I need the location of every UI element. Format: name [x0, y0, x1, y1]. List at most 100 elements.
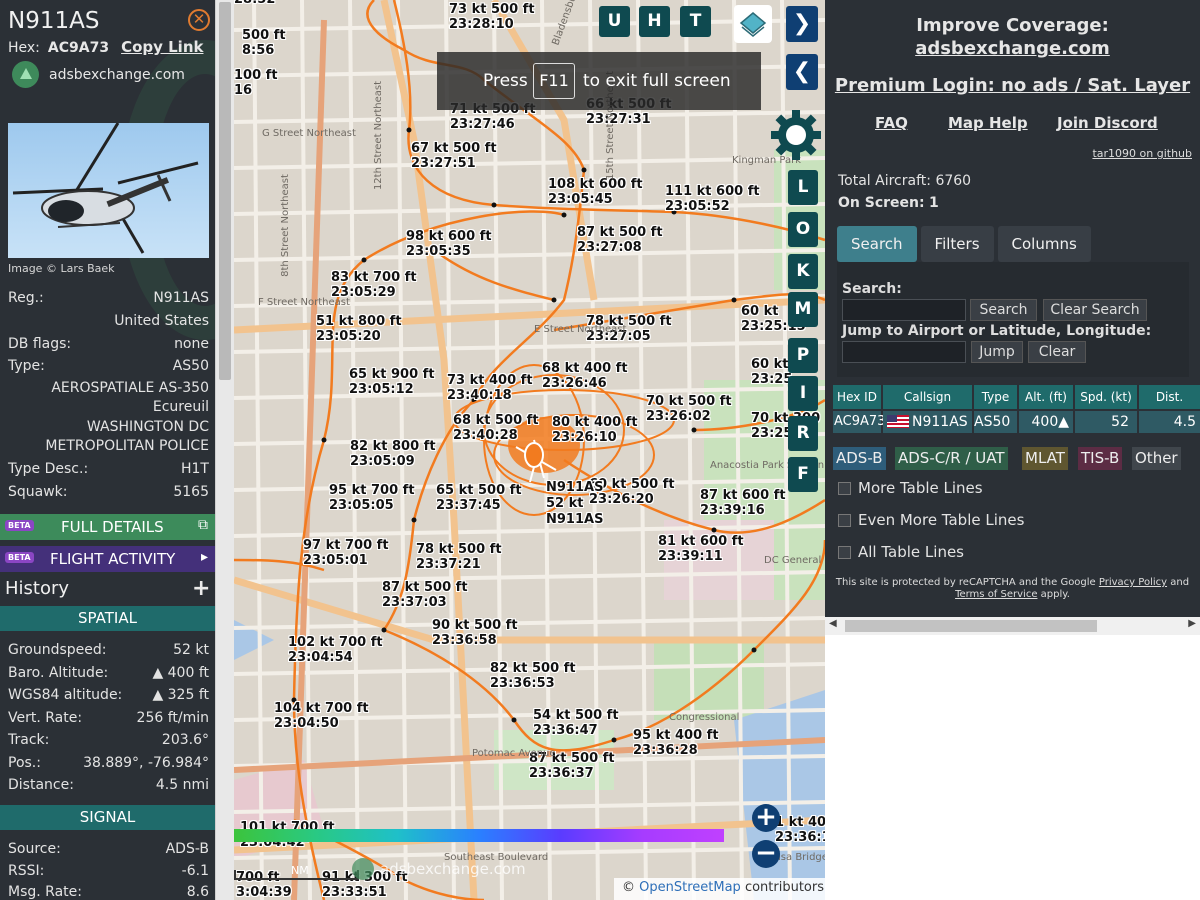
- scroll-left-icon[interactable]: ◀: [829, 618, 837, 629]
- source-other-toggle[interactable]: Other: [1132, 447, 1181, 470]
- osm-link[interactable]: OpenStreetMap: [639, 880, 741, 895]
- street-label: DC General Health Campus: [764, 555, 825, 566]
- map-button-t[interactable]: T: [680, 6, 711, 37]
- map-help-link[interactable]: Map Help: [948, 114, 1028, 132]
- map-view[interactable]: 73 kt 500 ft23:28:1071 kt 500 ft23:27:46…: [234, 0, 825, 900]
- us-flag-icon: [887, 415, 909, 428]
- adsbexchange-link[interactable]: adsbexchange.com: [825, 38, 1200, 59]
- col-hex-id[interactable]: Hex ID: [833, 385, 881, 409]
- right-panel-blank-area: [825, 635, 1200, 900]
- tab-filters[interactable]: Filters: [920, 226, 994, 262]
- more-table-lines[interactable]: More Table Lines: [838, 479, 983, 497]
- flight-activity-button[interactable]: BETA FLIGHT ACTIVITY ▸: [0, 546, 215, 572]
- source-tisb-toggle[interactable]: TIS-B: [1078, 447, 1123, 470]
- map-button-h[interactable]: H: [639, 6, 670, 37]
- terms-of-service-link[interactable]: Terms of Service: [955, 589, 1037, 600]
- map-toggle-o[interactable]: O: [788, 212, 818, 247]
- source-value: ADS-B: [165, 841, 209, 857]
- join-discord-link[interactable]: Join Discord: [1057, 114, 1158, 132]
- chevron-left-icon[interactable]: ❮: [786, 54, 818, 90]
- squawk-label: Squawk:: [8, 484, 68, 500]
- distance-value: 4.5 nmi: [155, 777, 209, 793]
- track-point-label: 98 kt 600 ft 23:05:35: [406, 229, 492, 259]
- search-button[interactable]: Search: [970, 299, 1037, 321]
- settings-gear-icon[interactable]: [769, 108, 823, 162]
- captcha-text: This site is protected by reCAPTCHA and …: [835, 577, 1096, 588]
- typedesc-label: Type Desc.:: [8, 461, 89, 477]
- image-credit: Image © Lars Baek: [8, 262, 115, 275]
- col-altitude[interactable]: Alt. (ft): [1019, 385, 1073, 409]
- map-toggle-f[interactable]: F: [788, 457, 818, 492]
- clear-button[interactable]: Clear: [1028, 341, 1086, 363]
- map-toggle-i[interactable]: I: [788, 376, 818, 411]
- msgrate-value: 8.6: [186, 884, 209, 900]
- beta-badge: BETA: [5, 520, 34, 531]
- map-toggle-l[interactable]: L: [788, 170, 818, 205]
- faq-link[interactable]: FAQ: [875, 114, 908, 132]
- checkbox[interactable]: [838, 513, 851, 527]
- checkbox[interactable]: [838, 481, 851, 495]
- jump-input[interactable]: [842, 341, 966, 363]
- table-horizontal-scrollbar[interactable]: ◀ ▶: [825, 617, 1200, 635]
- clear-search-button[interactable]: Clear Search: [1043, 299, 1147, 321]
- pos-value: 38.889°, -76.984°: [83, 755, 209, 771]
- panel-tabs: Search Filters Columns: [837, 226, 1189, 262]
- street-label: 12th Street Northeast: [373, 80, 385, 191]
- zoom-in-button[interactable]: +: [752, 804, 780, 832]
- checkbox[interactable]: [838, 545, 851, 559]
- track-point-label: 73 kt 500 ft 23:28:10: [449, 2, 535, 32]
- layers-button[interactable]: [734, 5, 772, 43]
- tab-columns[interactable]: Columns: [997, 226, 1091, 262]
- expand-plus-icon[interactable]: +: [192, 576, 210, 601]
- col-type[interactable]: Type: [974, 385, 1017, 409]
- map-toggle-r[interactable]: R: [788, 416, 818, 451]
- left-panel-scrollbar[interactable]: [215, 0, 234, 900]
- source-mlat-toggle[interactable]: MLAT: [1022, 447, 1068, 470]
- map-toggle-k[interactable]: K: [788, 254, 818, 289]
- track-point-label: 81 kt 600 ft 23:39:11: [658, 534, 744, 564]
- onscreen-value: 1: [929, 195, 939, 211]
- track-point-label: 87 kt 500 ft 23:27:08: [577, 225, 663, 255]
- map-button-u[interactable]: U: [599, 6, 630, 37]
- full-details-button[interactable]: BETA FULL DETAILS ⧉: [0, 514, 215, 540]
- chevron-right-icon: ▸: [200, 549, 208, 565]
- source-adsb-toggle[interactable]: ADS-B: [833, 447, 886, 470]
- close-icon[interactable]: ✕: [188, 9, 210, 31]
- search-input[interactable]: [842, 299, 966, 321]
- jump-button[interactable]: Jump: [971, 341, 1023, 363]
- map-toggle-p[interactable]: P: [788, 338, 818, 373]
- signal-section-header[interactable]: SIGNAL: [0, 805, 215, 830]
- aircraft-photo[interactable]: [8, 123, 209, 258]
- scrollbar-thumb[interactable]: [845, 620, 1097, 632]
- premium-login-link[interactable]: Premium Login: no ads / Sat. Layer: [825, 75, 1200, 96]
- copy-link[interactable]: Copy Link: [121, 38, 203, 56]
- track-point-label: 51 kt 800 ft 23:05:20: [316, 314, 402, 344]
- adsbexchange-link[interactable]: adsbexchange.com: [12, 61, 185, 88]
- track-point-label: 28:52: [234, 0, 275, 7]
- chevron-right-icon[interactable]: ❯: [786, 6, 818, 42]
- tar1090-github-link[interactable]: tar1090 on github: [1092, 147, 1192, 160]
- vrate-value: 256 ft/min: [136, 710, 209, 726]
- scrollbar-thumb[interactable]: [219, 2, 231, 380]
- col-callsign[interactable]: Callsign: [883, 385, 972, 409]
- col-distance[interactable]: Dist. (nmi): [1139, 385, 1200, 428]
- layers-icon: [739, 12, 767, 37]
- spatial-section-header[interactable]: SPATIAL: [0, 606, 215, 631]
- map-toggle-m[interactable]: M: [788, 292, 818, 327]
- operator-1: WASHINGTON DC: [86, 419, 209, 435]
- zoom-out-button[interactable]: −: [752, 840, 780, 868]
- dbflags-row: DB flags: none: [8, 336, 209, 352]
- all-table-lines[interactable]: All Table Lines: [838, 543, 964, 561]
- search-area: Search: Search Clear Search Jump to Airp…: [837, 262, 1189, 377]
- osm-attribution: © OpenStreetMap contributors: [614, 878, 825, 900]
- privacy-policy-link[interactable]: Privacy Policy: [1099, 577, 1167, 588]
- scroll-right-icon[interactable]: ▶: [1188, 618, 1196, 629]
- track-point-label: 83 kt 700 ft 23:05:29: [331, 270, 417, 300]
- tab-search[interactable]: Search: [837, 226, 917, 262]
- scale-unit: NM: [291, 864, 309, 877]
- track-point-label: 90 kt 500 ft 23:36:58: [432, 618, 518, 648]
- source-adsc-uat-toggle[interactable]: ADS-C/R / UAT: [895, 447, 1008, 470]
- col-speed[interactable]: Spd. (kt): [1075, 385, 1137, 409]
- source-label: Source:: [8, 841, 61, 857]
- even-more-table-lines[interactable]: Even More Table Lines: [838, 511, 1024, 529]
